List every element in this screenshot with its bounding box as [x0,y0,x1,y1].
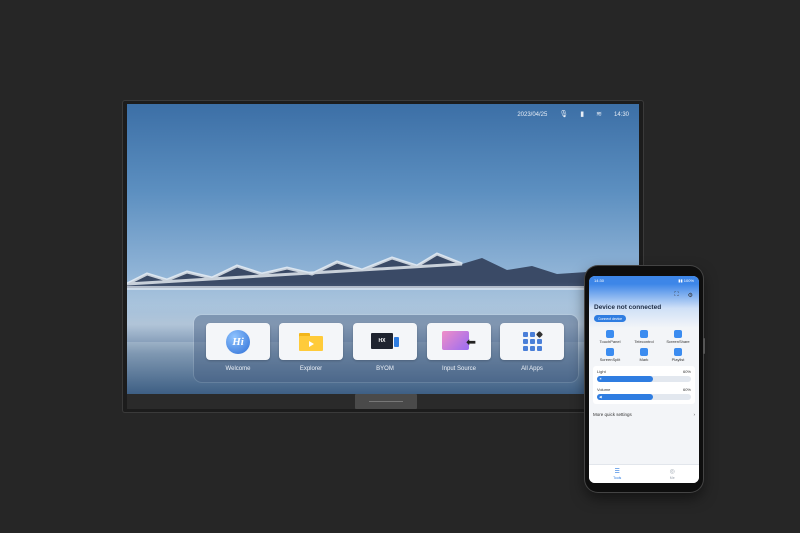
tool-label: Mark [639,357,649,362]
light-label: Light [597,369,606,374]
light-slider[interactable]: ☀ [597,376,691,382]
volume-slider-fill: ◀ [597,394,654,400]
tv-screen: 2023/04/25 🎙 ▮ ≋ 14:30 Hi Welcome Explor… [127,104,639,394]
more-quick-settings[interactable]: More quick settings › [593,410,695,419]
phone-battery: ▮▮ 100% [678,277,694,283]
speaker-icon: ◀ [599,395,602,399]
dock-label: BYOM [376,366,394,372]
tool-label: Telecontrol [634,339,654,344]
phone-status-bar: 14:30 ▮▮ 100% [589,276,699,284]
dock-label: All Apps [521,366,543,372]
smartphone: 14:30 ▮▮ 100% ⛶ ⚙ Device not connected C… [585,266,705,492]
display-monitor: 2023/04/25 🎙 ▮ ≋ 14:30 Hi Welcome Explor… [123,101,643,412]
hi-icon: Hi [226,329,250,354]
nav-label: Tools [613,475,622,480]
status-time: 14:30 [613,112,629,118]
dock-label: Explorer [299,366,323,372]
volume-slider[interactable]: ◀ [597,394,691,400]
dock-label: Welcome [225,366,251,372]
screenshare-icon [674,330,682,338]
tool-telecontrol[interactable]: Telecontrol [627,330,661,344]
input-source-tile[interactable]: ⬅ [427,323,491,360]
touchpanel-icon [606,330,614,338]
phone-screen: 14:30 ▮▮ 100% ⛶ ⚙ Device not connected C… [589,276,699,483]
light-value: 60% [682,369,691,374]
tool-label: ScreenShare [666,339,690,344]
phone-time: 14:30 [594,277,605,283]
welcome-tile[interactable]: Hi [206,323,270,360]
nav-me[interactable]: ◎ Me [670,469,675,480]
status-date: 2023/04/25 [517,112,548,118]
all-apps-tile[interactable] [500,323,564,360]
nav-tools[interactable]: ☰ Tools [613,469,621,480]
explorer-tile[interactable] [279,323,343,360]
signal-icon[interactable]: ▮ [580,111,584,119]
mark-icon [640,348,648,356]
telecontrol-icon [640,330,648,338]
dock-item-all-apps[interactable]: All Apps [500,323,564,372]
tv-status-bar: 2023/04/25 🎙 ▮ ≋ 14:30 [517,109,629,121]
chevron-right-icon: › [693,412,696,417]
tv-bezel-bottom [127,394,639,409]
sun-icon: ☀ [599,377,603,381]
tool-playlist[interactable]: Playlist [661,348,695,362]
nav-label: Me [669,475,675,480]
tool-mark[interactable]: Mark [627,348,661,362]
tool-label: ScreenSplit [599,357,621,362]
folder-icon [299,332,323,351]
profile-icon: ◎ [669,468,675,475]
input-source-icon: ⬅ [442,330,476,353]
grid-icon [522,330,543,351]
dock-item-welcome[interactable]: Hi Welcome [206,323,270,372]
dock-item-explorer[interactable]: Explorer [279,323,343,372]
tool-screensplit[interactable]: ScreenSplit [593,348,627,362]
more-label: More quick settings [593,412,632,417]
scan-icon[interactable]: ⛶ [674,292,678,299]
dock-item-input-source[interactable]: ⬅ Input Source [427,323,491,372]
wifi-icon[interactable]: ≋ [596,111,602,119]
light-slider-fill: ☀ [597,376,654,382]
tool-label: TouchPanel [599,339,621,344]
app-dock: Hi Welcome Explorer HX BYOM ⬅ Input Sour… [194,315,578,382]
bottom-navigation: ☰ Tools ◎ Me [589,464,699,483]
tool-touchpanel[interactable]: TouchPanel [593,330,627,344]
volume-value: 60% [682,387,691,392]
tools-grid: TouchPanel Telecontrol ScreenShare Scree… [589,328,699,362]
light-volume-card: Light 60% ☀ Volume 60% ◀ [593,366,695,404]
dock-item-byom[interactable]: HX BYOM [353,323,417,372]
tools-icon: ☰ [614,468,620,475]
playlist-icon [674,348,682,356]
phone-header: ⛶ ⚙ Device not connected Connect device [589,284,699,328]
brand-logo [355,394,417,409]
mic-icon[interactable]: 🎙 [559,111,568,119]
byom-icon: HX [371,332,399,351]
connect-device-button[interactable]: Connect device [594,315,627,322]
side-button [703,338,705,354]
byom-tile[interactable]: HX [353,323,417,360]
dock-label: Input Source [441,366,477,372]
tool-label: Playlist [671,357,685,362]
screensplit-icon [606,348,614,356]
settings-icon[interactable]: ⚙ [688,292,693,299]
volume-label: Volume [597,387,611,392]
tool-screenshare[interactable]: ScreenShare [661,330,695,344]
connection-status-title: Device not connected [594,304,662,311]
